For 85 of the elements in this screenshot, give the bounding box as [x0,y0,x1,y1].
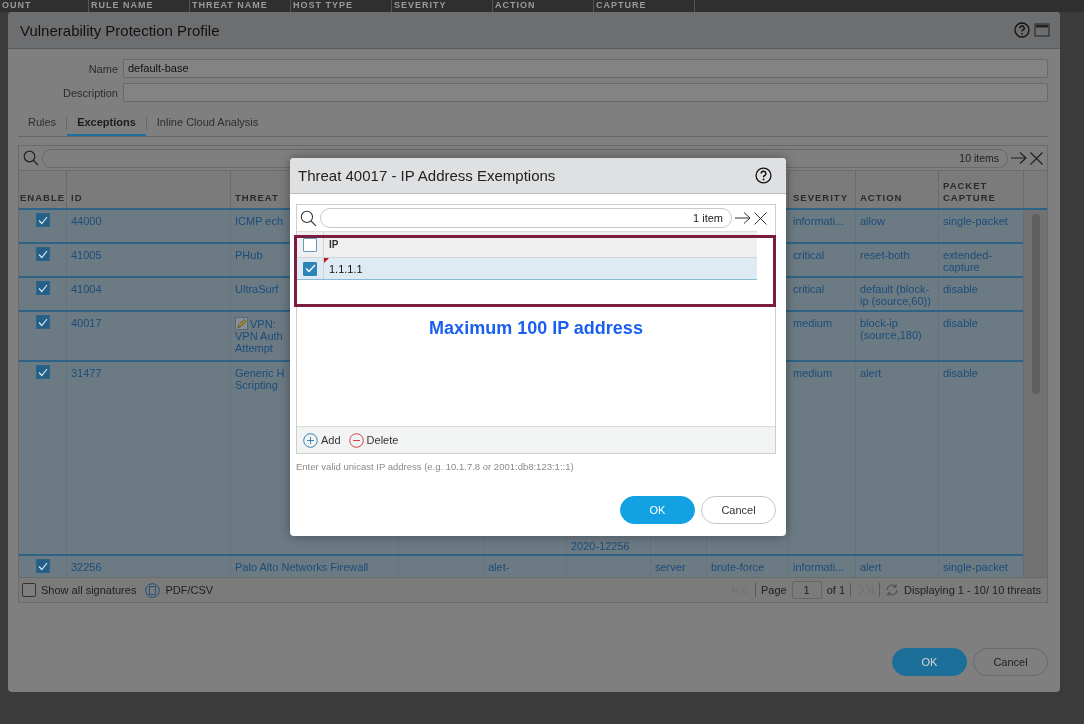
packet-capture-cell: disable [943,317,978,329]
action-cell: alert [860,561,882,573]
action-cell: alert [860,367,882,379]
status-text: Displaying 1 - 10/ 10 threats [904,584,1041,596]
threat-name: PHub [235,249,263,261]
page-label: Page [760,584,787,596]
column-header[interactable]: ID [71,192,83,204]
packet-capture-cell-text: extended-capture [943,249,993,273]
cancel-button[interactable]: Cancel [701,496,776,524]
threat-id-link[interactable]: 41005 [71,249,102,261]
threat-id-link[interactable]: 40017 [71,317,102,329]
page-field[interactable]: 1 [791,581,822,599]
help-icon[interactable] [755,167,772,184]
packet-capture-cell: single-packet [943,561,1008,573]
threat-name: Palo Alto Networks Firewall [235,561,369,573]
table-cell: alet- [488,561,510,573]
text-field[interactable] [123,83,1048,102]
checkbox[interactable] [22,583,36,597]
maximize-icon[interactable] [1034,23,1050,37]
column-header[interactable]: IP [324,239,339,250]
packet-capture-cell: single-packet [943,215,1008,227]
threat-name: Generic H [235,367,285,379]
search-icon [23,150,39,166]
packet-capture-cell: disable [943,367,978,379]
cancel-button[interactable]: Cancel [973,648,1048,676]
checkbox[interactable] [35,247,50,261]
field-label: Name [87,62,118,75]
table-cell: brute-force [711,561,765,573]
add-button[interactable]: Add [303,432,341,448]
threat-id-link[interactable]: 44000 [71,215,102,227]
threat-name: ICMP ech [235,215,284,227]
action-cell-text: block-ip (source,180) [860,317,923,341]
text-field[interactable]: default-base [123,59,1048,78]
plus-icon [303,432,318,448]
threat-id-link[interactable]: 32256 [71,561,102,573]
hint-text: Enter valid unicast IP address (e.g. 10.1.7.8 or 2001:db8:123:1::1) [296,461,575,472]
dialog-title: Threat 40017 - IP Address Exemptions [298,167,556,184]
field-label: Description [61,86,118,99]
checkbox[interactable] [35,365,50,379]
severity-cell: informati... [793,561,845,573]
table-cell: 2020-12256 [571,540,630,552]
threat-name: Scripting [235,379,278,391]
severity-cell: medium [793,367,833,379]
dialog-title: Vulnerability Protection Profile [20,21,221,39]
tab[interactable]: Exceptions [67,110,146,136]
threat-id-link[interactable]: 41004 [71,283,102,295]
ok-button[interactable]: OK [892,648,967,676]
minus-icon [348,432,364,448]
checkbox[interactable] [35,315,50,329]
severity-cell: critical [793,249,825,261]
ip-address: 1.1.1.1 [329,262,363,275]
table-cell: server [655,561,686,573]
delete-button[interactable]: Delete [348,432,399,448]
threat-id-link[interactable]: 31477 [71,367,102,379]
tab[interactable]: Rules [18,110,67,136]
column-header[interactable]: SEVERITY [793,192,848,204]
checkbox[interactable] [35,281,50,295]
checkbox[interactable] [35,213,50,227]
action-cell: allow [860,215,886,227]
checkbox[interactable] [35,559,50,573]
severity-cell: critical [793,283,825,295]
tab[interactable]: Inline Cloud Analysis [146,110,269,136]
severity-cell: informati... [793,215,845,227]
page-total: of 1 [826,584,846,596]
threat-name: Attempt [235,342,273,354]
threat-name: VPN: [250,317,276,330]
annotation-text: Maximum 100 IP address [429,318,643,340]
column-header[interactable]: ACTION [860,192,903,204]
action-cell: reset-both [860,249,910,261]
column-header[interactable]: THREAT [235,192,279,204]
threat-name: VPN Auth [235,330,283,342]
search-icon [300,209,317,227]
packet-capture-cell: disable [943,283,978,295]
ok-button[interactable]: OK [620,496,695,524]
checkbox-label: Show all signatures [41,584,137,596]
column-header[interactable]: PACKET CAPTURE [943,180,1019,204]
arrow-right-icon[interactable] [1011,152,1027,164]
close-icon[interactable] [754,211,767,225]
severity-cell: medium [793,317,833,329]
column-header[interactable]: ENABLE [20,192,66,204]
action-cell-text: default (block-ip (source,60)) [860,283,932,307]
threat-name: UltraSurf [235,283,279,295]
checkbox[interactable] [303,261,317,276]
export-link[interactable]: PDF/CSV [165,584,214,596]
arrow-right-icon[interactable] [735,212,751,224]
